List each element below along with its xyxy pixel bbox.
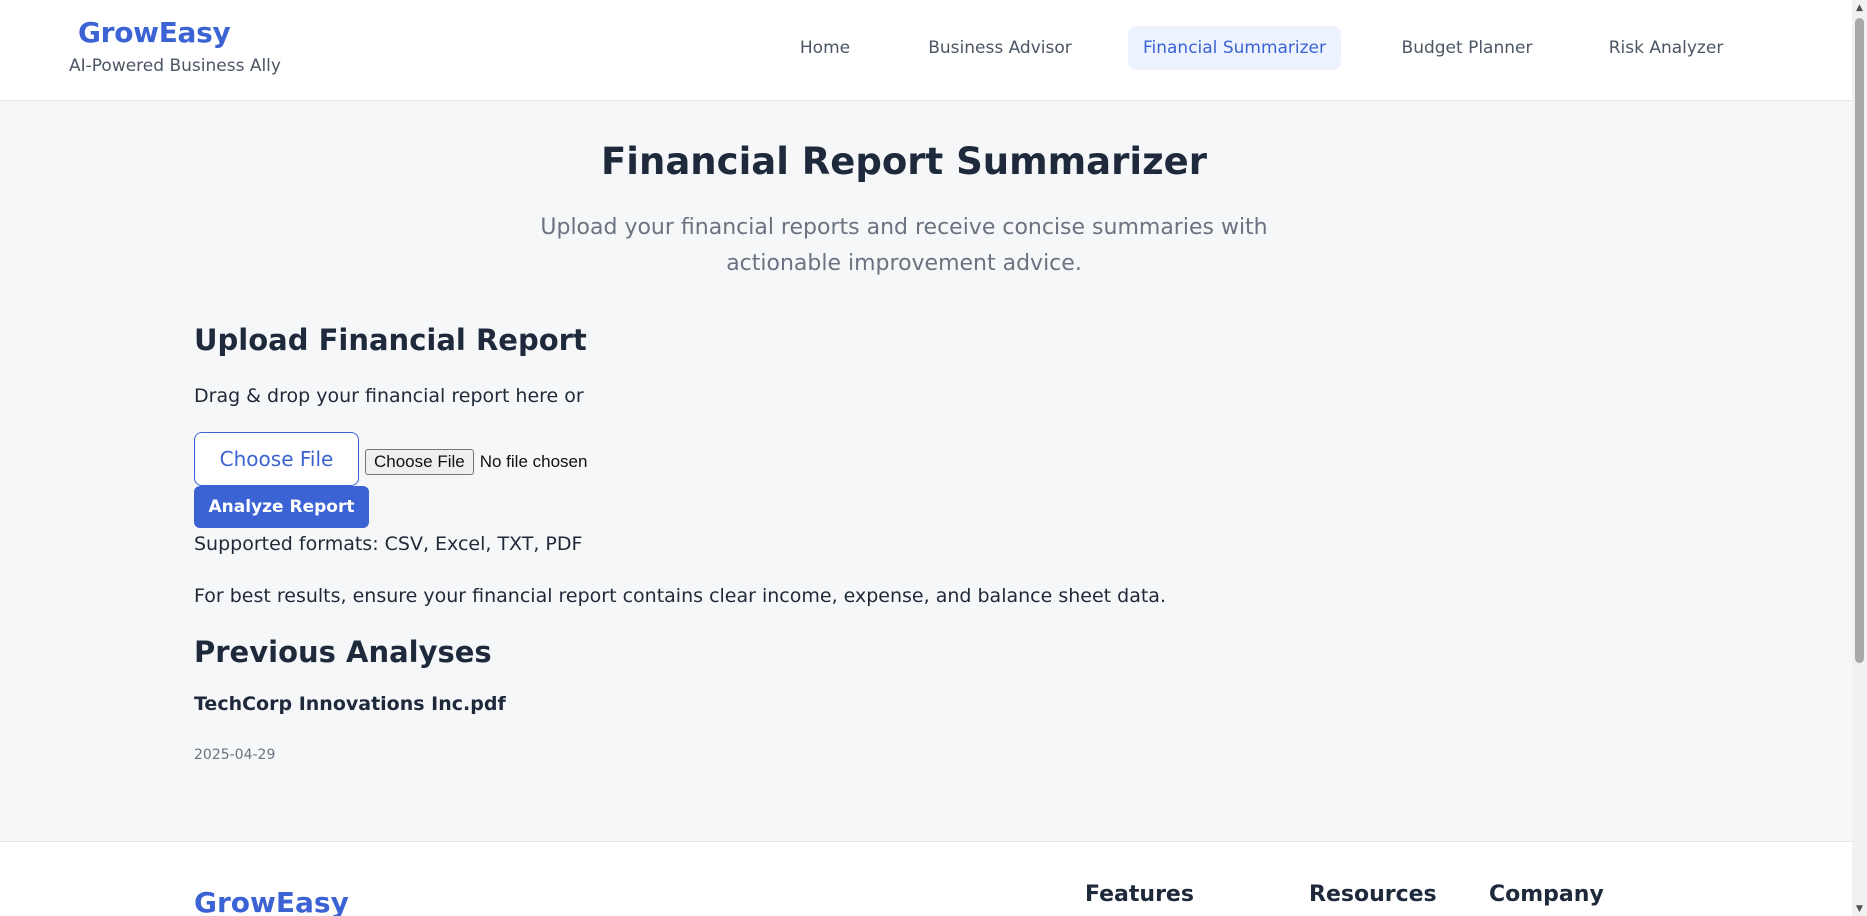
footer-heading-features: Features — [1085, 882, 1194, 907]
site-header: GrowEasy AI-Powered Business Ally Home B… — [0, 0, 1852, 101]
choose-file-button[interactable]: Choose File — [194, 432, 359, 486]
main-nav: Home Business Advisor Financial Summariz… — [0, 26, 1852, 70]
analysis-date: 2025-04-29 — [194, 747, 276, 763]
nav-item-budget-planner[interactable]: Budget Planner — [1389, 26, 1545, 70]
vertical-scrollbar[interactable]: ▲ ▼ — [1852, 0, 1867, 916]
footer-brand: GrowEasy — [194, 886, 349, 916]
footer-heading-company: Company — [1489, 882, 1604, 907]
upload-heading: Upload Financial Report — [194, 323, 587, 357]
file-input[interactable]: Choose File No file chosen — [365, 449, 587, 475]
nav-item-business-advisor[interactable]: Business Advisor — [914, 26, 1086, 70]
nav-item-financial-summarizer[interactable]: Financial Summarizer — [1128, 26, 1341, 70]
scrollbar-thumb[interactable] — [1855, 18, 1864, 663]
footer-heading-resources: Resources — [1309, 882, 1437, 907]
nav-item-home[interactable]: Home — [781, 26, 869, 70]
native-choose-file-button[interactable]: Choose File — [365, 449, 474, 475]
scroll-down-icon[interactable]: ▼ — [1852, 901, 1867, 916]
analysis-file-name[interactable]: TechCorp Innovations Inc.pdf — [194, 693, 506, 715]
page-subtitle: Upload your financial reports and receiv… — [540, 215, 1268, 276]
no-file-chosen-text: No file chosen — [479, 452, 588, 471]
supported-formats-text: Supported formats: CSV, Excel, TXT, PDF — [194, 533, 583, 555]
site-footer: GrowEasy Features Resources Company — [0, 841, 1852, 916]
scroll-up-icon[interactable]: ▲ — [1852, 0, 1867, 15]
nav-item-risk-analyzer[interactable]: Risk Analyzer — [1598, 26, 1734, 70]
best-results-tip: For best results, ensure your financial … — [194, 585, 1166, 607]
analyze-report-button[interactable]: Analyze Report — [194, 486, 369, 528]
previous-analyses-heading: Previous Analyses — [194, 635, 492, 669]
page-title: Financial Report Summarizer — [601, 140, 1207, 183]
drag-drop-text: Drag & drop your financial report here o… — [194, 385, 584, 407]
